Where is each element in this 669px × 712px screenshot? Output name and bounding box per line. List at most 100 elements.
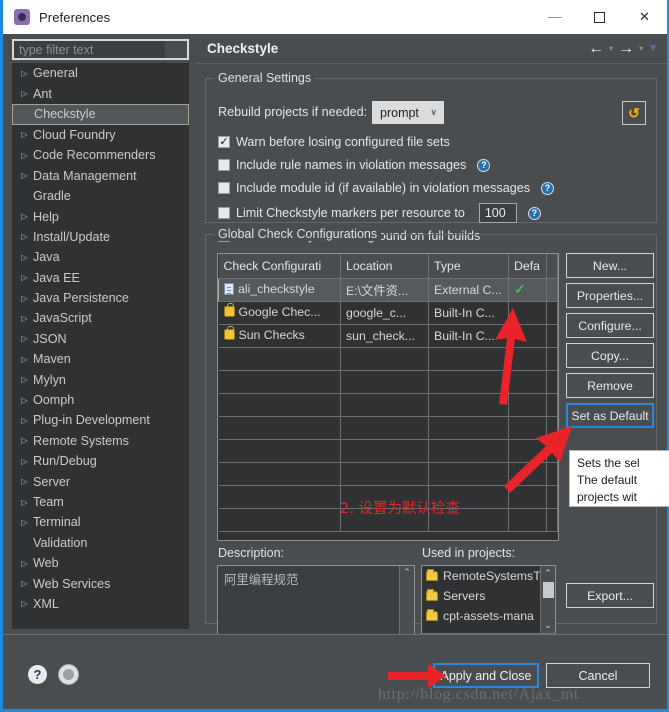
sidebar-item-cloud-foundry[interactable]: ▷ Cloud Foundry bbox=[12, 125, 189, 145]
sidebar-item-data-management[interactable]: ▷ Data Management bbox=[12, 166, 189, 186]
table-row-empty[interactable] bbox=[218, 347, 558, 371]
copy-button[interactable]: Copy... bbox=[566, 343, 654, 368]
sidebar-item-server[interactable]: ▷ Server bbox=[12, 471, 189, 491]
expand-triangle-icon[interactable]: ▷ bbox=[16, 579, 33, 588]
table-row-empty[interactable] bbox=[218, 416, 558, 440]
back-arrow-icon[interactable]: ← bbox=[588, 40, 604, 57]
configure-button[interactable]: Configure... bbox=[566, 313, 654, 338]
used-projects-items[interactable]: RemoteSystemsT Servers cpt-assets-mana bbox=[422, 566, 540, 633]
sidebar-item-validation[interactable]: Validation bbox=[12, 533, 189, 553]
rebuild-projects-select[interactable]: prompt ∨ bbox=[372, 101, 444, 124]
expand-triangle-icon[interactable]: ▷ bbox=[16, 212, 33, 221]
remove-button[interactable]: Remove bbox=[566, 373, 654, 398]
sidebar-item-code-recommenders[interactable]: ▷ Code Recommenders bbox=[12, 145, 189, 165]
expand-triangle-icon[interactable]: ▷ bbox=[16, 171, 33, 180]
expand-triangle-icon[interactable]: ▷ bbox=[16, 89, 33, 98]
column-header-check-configurati[interactable]: Check Configurati bbox=[218, 254, 341, 279]
expand-triangle-icon[interactable]: ▷ bbox=[16, 273, 33, 282]
preferences-tree[interactable]: ▷ General ▷ Ant Checkstyle ▷ Cloud Foundry ▷ Cod… bbox=[12, 63, 189, 629]
close-icon[interactable]: ✕ bbox=[622, 0, 667, 34]
sidebar-item-javascript[interactable]: ▷ JavaScript bbox=[12, 308, 189, 328]
properties-button[interactable]: Properties... bbox=[566, 283, 654, 308]
expand-triangle-icon[interactable]: ▷ bbox=[16, 334, 33, 343]
table-row-empty[interactable] bbox=[218, 462, 558, 486]
column-header-location[interactable]: Location bbox=[340, 254, 429, 279]
sidebar-item-checkstyle[interactable]: Checkstyle bbox=[12, 103, 189, 125]
expand-triangle-icon[interactable]: ▷ bbox=[16, 151, 33, 160]
sidebar-item-plug-in-development[interactable]: ▷ Plug-in Development bbox=[12, 410, 189, 430]
table-row[interactable]: Google Chec... google_c... Built-In C... bbox=[218, 301, 558, 325]
sidebar-item-java-ee[interactable]: ▷ Java EE bbox=[12, 268, 189, 288]
expand-triangle-icon[interactable]: ▷ bbox=[16, 559, 33, 568]
new-button[interactable]: New... bbox=[566, 253, 654, 278]
expand-triangle-icon[interactable]: ▷ bbox=[16, 232, 33, 241]
sidebar-item-run-debug[interactable]: ▷ Run/Debug bbox=[12, 451, 189, 471]
refresh-icon[interactable]: ↺ bbox=[622, 101, 646, 125]
column-header-defa[interactable]: Defa bbox=[508, 254, 547, 279]
expand-triangle-icon[interactable]: ▷ bbox=[16, 416, 33, 425]
list-item[interactable]: RemoteSystemsT bbox=[422, 566, 540, 586]
sidebar-item-terminal[interactable]: ▷ Terminal bbox=[12, 512, 189, 532]
scroll-down-icon[interactable]: ⌄ bbox=[544, 620, 552, 631]
forward-dropdown-caret-icon[interactable]: ▾ bbox=[639, 44, 643, 53]
sidebar-item-team[interactable]: ▷ Team bbox=[12, 492, 189, 512]
table-row[interactable]: Sun Checks sun_check... Built-In C... bbox=[218, 324, 558, 348]
help-icon[interactable]: ? bbox=[527, 206, 541, 220]
sidebar-item-mylyn[interactable]: ▷ Mylyn bbox=[12, 369, 189, 389]
export-button[interactable]: Export... bbox=[566, 583, 654, 608]
sidebar-item-xml[interactable]: ▷ XML bbox=[12, 594, 189, 614]
sidebar-item-java-persistence[interactable]: ▷ Java Persistence bbox=[12, 288, 189, 308]
expand-triangle-icon[interactable]: ▷ bbox=[16, 130, 33, 139]
minimize-icon[interactable] bbox=[532, 0, 577, 34]
set-as-default-button[interactable]: Set as Default bbox=[566, 403, 654, 428]
sidebar-item-web-services[interactable]: ▷ Web Services bbox=[12, 573, 189, 593]
scroll-up-icon[interactable]: ⌃ bbox=[403, 568, 411, 578]
help-icon[interactable]: ? bbox=[477, 158, 491, 172]
expand-triangle-icon[interactable]: ▷ bbox=[16, 396, 33, 405]
help-icon[interactable]: ? bbox=[541, 181, 555, 195]
pin-circle-icon[interactable] bbox=[58, 664, 79, 685]
forward-arrow-icon[interactable]: → bbox=[618, 40, 634, 57]
sidebar-item-java[interactable]: ▷ Java bbox=[12, 247, 189, 267]
sidebar-item-maven[interactable]: ▷ Maven bbox=[12, 349, 189, 369]
checkbox-include-module-id[interactable]: Include module id (if available) in viol… bbox=[218, 181, 555, 195]
list-item[interactable]: Servers bbox=[422, 586, 540, 606]
view-menu-caret-icon[interactable]: ▼ bbox=[648, 43, 658, 54]
sidebar-item-general[interactable]: ▷ General bbox=[12, 63, 189, 83]
sidebar-item-remote-systems[interactable]: ▷ Remote Systems bbox=[12, 431, 189, 451]
expand-triangle-icon[interactable]: ▷ bbox=[16, 375, 33, 384]
marker-limit-input[interactable]: 100 bbox=[478, 203, 517, 223]
expand-triangle-icon[interactable]: ▷ bbox=[16, 355, 33, 364]
expand-triangle-icon[interactable]: ▷ bbox=[16, 599, 33, 608]
used-projects-vscrollbar[interactable]: ⌃ ⌄ bbox=[540, 566, 555, 633]
expand-triangle-icon[interactable]: ▷ bbox=[16, 436, 33, 445]
sidebar-item-web[interactable]: ▷ Web bbox=[12, 553, 189, 573]
expand-triangle-icon[interactable]: ▷ bbox=[16, 294, 33, 303]
checkbox-warn-before-losing[interactable]: ✓ Warn before losing configured file set… bbox=[218, 135, 450, 149]
expand-triangle-icon[interactable]: ▷ bbox=[16, 477, 33, 486]
back-dropdown-caret-icon[interactable]: ▾ bbox=[609, 44, 613, 53]
list-item[interactable]: cpt-assets-mana bbox=[422, 606, 540, 626]
checkbox-limit-markers[interactable]: Limit Checkstyle markers per resource to… bbox=[218, 203, 541, 223]
cancel-button[interactable]: Cancel bbox=[546, 663, 650, 688]
check-configurations-table[interactable]: Check Configurati Location Type Defa ali_che… bbox=[217, 253, 559, 541]
checkbox-include-rule-names[interactable]: Include rule names in violation messages… bbox=[218, 158, 491, 172]
table-row-empty[interactable] bbox=[218, 370, 558, 394]
table-row[interactable]: ali_checkstyle E:\文件资... External C... ✓ bbox=[218, 278, 558, 302]
help-question-icon[interactable]: ? bbox=[28, 665, 47, 684]
table-row-empty[interactable] bbox=[218, 439, 558, 463]
table-row-empty[interactable] bbox=[218, 393, 558, 417]
sidebar-item-gradle[interactable]: Gradle bbox=[12, 186, 189, 206]
sidebar-item-ant[interactable]: ▷ Ant bbox=[12, 83, 189, 103]
sidebar-item-install-update[interactable]: ▷ Install/Update bbox=[12, 227, 189, 247]
vscroll-thumb[interactable] bbox=[543, 582, 554, 598]
apply-and-close-button[interactable]: Apply and Close bbox=[433, 663, 539, 688]
expand-triangle-icon[interactable]: ▷ bbox=[16, 457, 33, 466]
filter-input[interactable]: type filter text bbox=[12, 39, 189, 60]
sidebar-item-json[interactable]: ▷ JSON bbox=[12, 329, 189, 349]
expand-triangle-icon[interactable]: ▷ bbox=[16, 253, 33, 262]
sidebar-item-oomph[interactable]: ▷ Oomph bbox=[12, 390, 189, 410]
expand-triangle-icon[interactable]: ▷ bbox=[16, 69, 33, 78]
sidebar-item-help[interactable]: ▷ Help bbox=[12, 206, 189, 226]
expand-triangle-icon[interactable]: ▷ bbox=[16, 314, 33, 323]
